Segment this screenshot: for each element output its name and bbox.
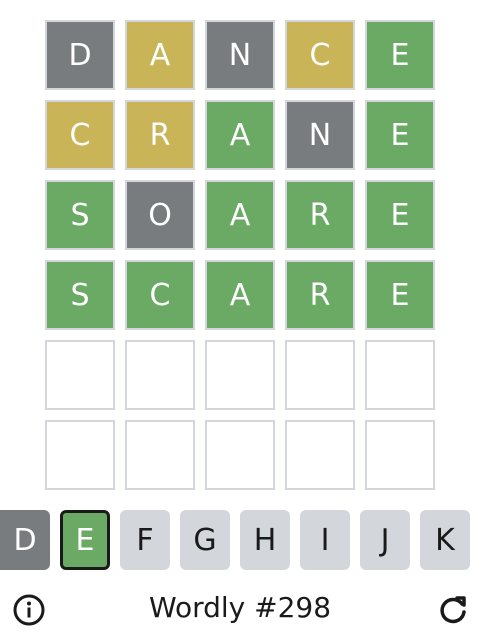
footer-bar: Wordly #298 xyxy=(0,585,480,635)
tile xyxy=(45,340,115,410)
key-h[interactable]: H xyxy=(240,510,290,570)
tile: A xyxy=(205,180,275,250)
tile: D xyxy=(45,20,115,90)
tile xyxy=(285,340,355,410)
game-title: Wordly #298 xyxy=(148,591,332,624)
tile: C xyxy=(285,20,355,90)
tile xyxy=(285,420,355,490)
tile xyxy=(45,420,115,490)
tile: A xyxy=(125,20,195,90)
tile: R xyxy=(285,260,355,330)
tile: E xyxy=(365,20,435,90)
key-i[interactable]: I xyxy=(300,510,350,570)
key-f[interactable]: F xyxy=(120,510,170,570)
tile: N xyxy=(205,20,275,90)
tile: O xyxy=(125,180,195,250)
key-k[interactable]: K xyxy=(420,510,470,570)
board-row: D A N C E xyxy=(45,20,435,90)
tile: S xyxy=(45,260,115,330)
game-board: D A N C E C R A N E S O A R E S C A R E xyxy=(45,20,435,490)
tile: R xyxy=(125,100,195,170)
tile: N xyxy=(285,100,355,170)
wordly-app: D A N C E C R A N E S O A R E S C A R E xyxy=(0,0,480,640)
board-row: S O A R E xyxy=(45,180,435,250)
tile: E xyxy=(365,100,435,170)
restart-icon[interactable] xyxy=(436,593,470,627)
tile xyxy=(365,340,435,410)
board-row: S C A R E xyxy=(45,260,435,330)
tile: S xyxy=(45,180,115,250)
tile xyxy=(205,340,275,410)
tile: C xyxy=(125,260,195,330)
tile: A xyxy=(205,260,275,330)
key-e[interactable]: E xyxy=(60,510,110,570)
board-row: C R A N E xyxy=(45,100,435,170)
tile: R xyxy=(285,180,355,250)
tile xyxy=(205,420,275,490)
tile xyxy=(125,340,195,410)
board-row xyxy=(45,420,435,490)
tile: C xyxy=(45,100,115,170)
tile: E xyxy=(365,180,435,250)
tile: E xyxy=(365,260,435,330)
keyboard-row: D E F G H I J K xyxy=(0,510,480,570)
tile: A xyxy=(205,100,275,170)
tile xyxy=(125,420,195,490)
key-g[interactable]: G xyxy=(180,510,230,570)
key-d[interactable]: D xyxy=(0,510,50,570)
board-row xyxy=(45,340,435,410)
key-j[interactable]: J xyxy=(360,510,410,570)
tile xyxy=(365,420,435,490)
